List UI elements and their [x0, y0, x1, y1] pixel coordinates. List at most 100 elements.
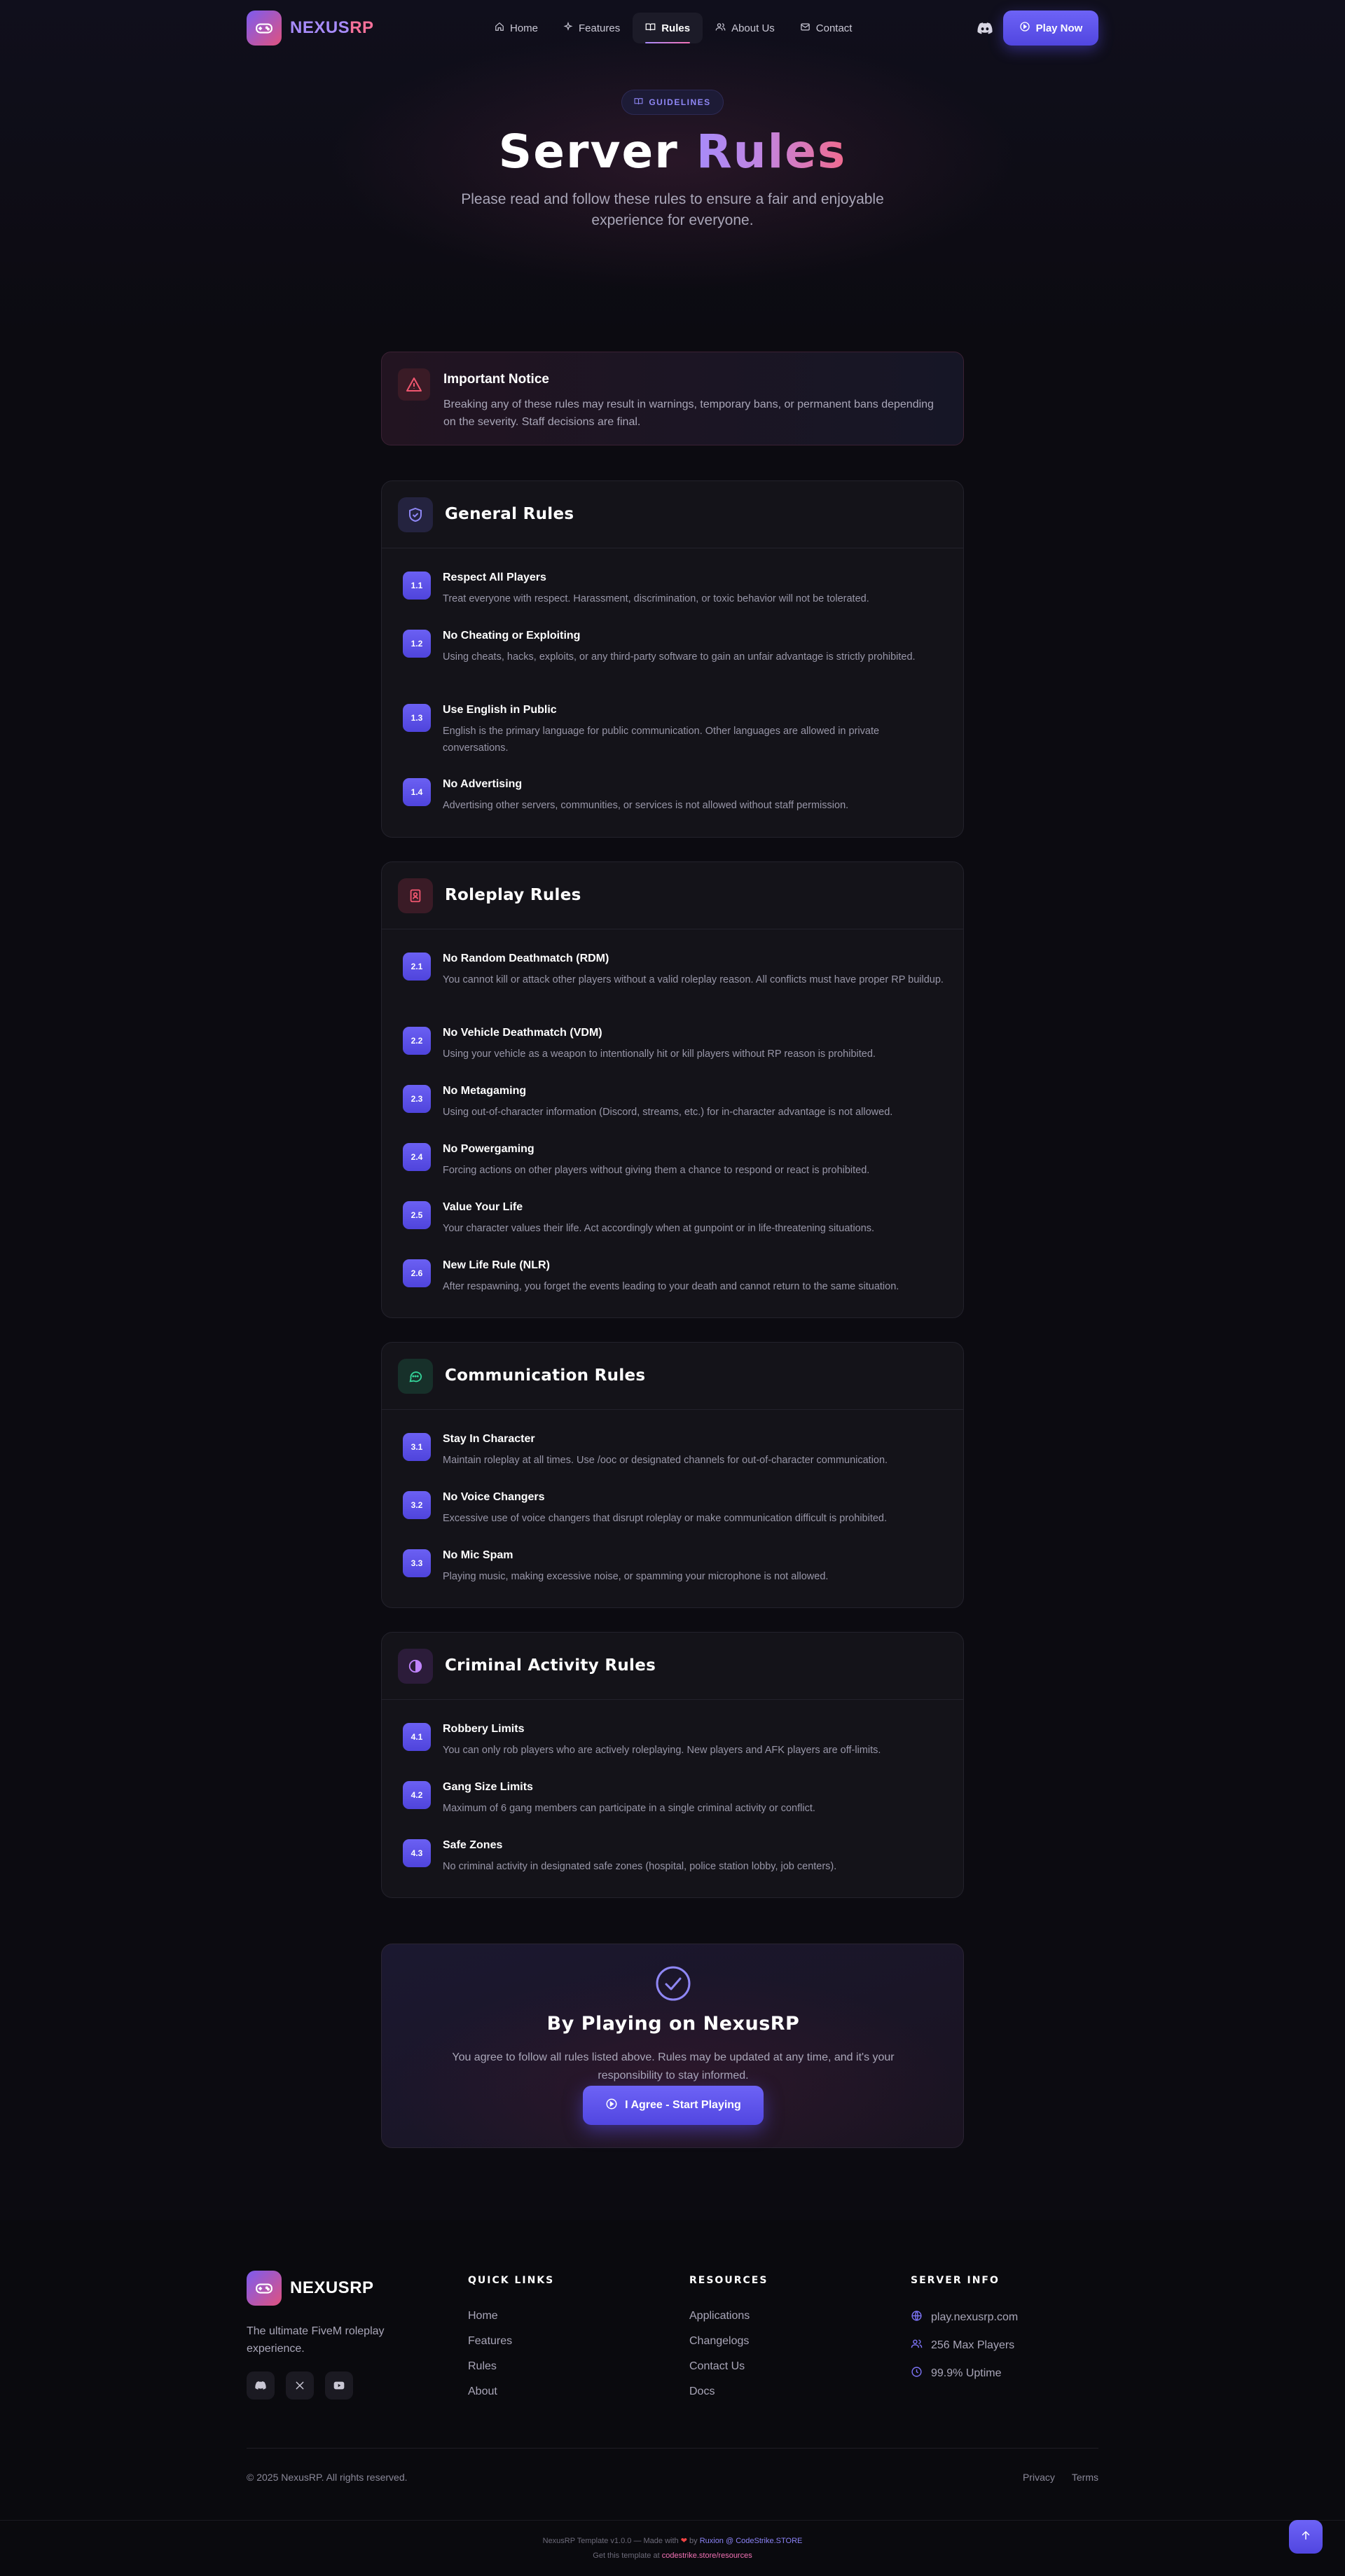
rule-number: 1.2 — [403, 630, 431, 658]
rule-number: 3.2 — [403, 1491, 431, 1519]
privacy-link[interactable]: Privacy — [1023, 2472, 1055, 2483]
footer-link-applications[interactable]: Applications — [689, 2310, 750, 2322]
rule-title: No Mic Spam — [443, 1549, 513, 1561]
scroll-to-top-button[interactable] — [1289, 2520, 1323, 2554]
agree-start-playing-button[interactable]: I Agree - Start Playing — [583, 2086, 764, 2125]
rule-title: No Vehicle Deathmatch (VDM) — [443, 1027, 602, 1039]
rule-description: Using cheats, hacks, exploits, or any th… — [443, 651, 916, 663]
template-source-link[interactable]: codestrike.store/resources — [662, 2551, 752, 2560]
footer-link-contact-us[interactable]: Contact Us — [689, 2360, 745, 2373]
section-title: Roleplay Rules — [445, 886, 581, 904]
rule-description: Playing music, making excessive noise, o… — [443, 1571, 829, 1582]
footer-logo[interactable]: NEXUSRP — [247, 2271, 374, 2306]
rule-title: No Random Deathmatch (RDM) — [443, 953, 609, 964]
mask-icon — [398, 1649, 433, 1684]
play-now-button[interactable]: Play Now — [1003, 11, 1098, 46]
play-now-label: Play Now — [1035, 22, 1083, 34]
home-icon — [495, 22, 504, 34]
arrow-up-icon — [1299, 2529, 1312, 2545]
notice-title: Important Notice — [443, 372, 549, 387]
section-roleplay-rules: Roleplay Rules 2.1 No Random Deathmatch … — [381, 861, 964, 1318]
rule-title: Robbery Limits — [443, 1723, 525, 1735]
rule-title: No Voice Changers — [443, 1491, 545, 1503]
rule-description: Your character values their life. Act ac… — [443, 1223, 875, 1234]
rule-title: Gang Size Limits — [443, 1781, 533, 1793]
nav-rules-label: Rules — [661, 22, 691, 34]
rule-title: Safe Zones — [443, 1839, 503, 1851]
rule-number: 3.1 — [403, 1433, 431, 1461]
rule-description: No criminal activity in designated safe … — [443, 1861, 837, 1872]
heart-icon: ❤ — [680, 2537, 687, 2545]
rule-description: Using your vehicle as a weapon to intent… — [443, 1048, 876, 1060]
youtube-icon[interactable] — [325, 2371, 353, 2400]
template-source: Get this template at codestrike.store/re… — [593, 2551, 752, 2560]
credits-bar: NexusRP Template v1.0.0 — Made with ❤ by… — [0, 2520, 1345, 2576]
footer-link-rules[interactable]: Rules — [468, 2360, 497, 2373]
quick-links-column: QUICK LINKS Home Features Rules About — [468, 2275, 555, 2397]
notice-text: Breaking any of these rules may result i… — [443, 399, 934, 428]
section-header: General Rules — [382, 481, 963, 548]
copyright: © 2025 NexusRP. All rights reserved. — [247, 2472, 408, 2483]
nav-contact[interactable]: Contact — [787, 13, 865, 43]
section-criminal-activity-rules: Criminal Activity Rules 4.1 Robbery Limi… — [381, 1632, 964, 1898]
play-circle-icon — [605, 2098, 618, 2114]
rule-description: Treat everyone with respect. Harassment,… — [443, 593, 869, 604]
brand-logo[interactable]: NEXUSRP — [247, 11, 374, 46]
nav-about[interactable]: About Us — [703, 13, 787, 43]
rule-description: Advertising other servers, communities, … — [443, 800, 849, 811]
resources-title: RESOURCES — [689, 2275, 768, 2286]
footer-link-about[interactable]: About — [468, 2385, 497, 2398]
nav-home[interactable]: Home — [482, 13, 551, 43]
rule-title: Respect All Players — [443, 572, 546, 583]
footer-tagline: The ultimate FiveM roleplay experience. — [247, 2325, 385, 2355]
author-link[interactable]: Ruxion @ CodeStrike.STORE — [700, 2537, 803, 2545]
rule-description: You can only rob players who are activel… — [443, 1745, 881, 1756]
rule-number: 4.2 — [403, 1781, 431, 1809]
rule-description: Maintain roleplay at all times. Use /ooc… — [443, 1455, 888, 1466]
footer-link-features[interactable]: Features — [468, 2335, 512, 2348]
nav-features[interactable]: Features — [551, 13, 633, 43]
important-notice: Important Notice Breaking any of these r… — [381, 352, 964, 445]
nav-home-label: Home — [510, 22, 539, 34]
rule-description: After respawning, you forget the events … — [443, 1281, 899, 1292]
gamepad-icon — [247, 2271, 282, 2306]
mail-icon — [800, 22, 811, 35]
users-icon — [911, 2338, 923, 2353]
resources-column: RESOURCES Applications Changelogs Contac… — [689, 2275, 768, 2397]
section-title: Communication Rules — [445, 1366, 646, 1385]
rule-title: New Life Rule (NLR) — [443, 1259, 550, 1271]
section-header: Criminal Activity Rules — [382, 1633, 963, 1700]
discord-icon[interactable] — [247, 2371, 275, 2400]
agreement-text: You agree to follow all rules listed abo… — [452, 2051, 895, 2082]
footer-link-docs[interactable]: Docs — [689, 2385, 715, 2398]
footer-link-home[interactable]: Home — [468, 2310, 498, 2322]
server-info-title: SERVER INFO — [911, 2275, 1000, 2286]
rule-number: 2.1 — [403, 953, 431, 981]
rule-number: 2.3 — [403, 1085, 431, 1113]
quick-links-title: QUICK LINKS — [468, 2275, 555, 2286]
footer-divider — [247, 2448, 1098, 2449]
clock-icon — [911, 2366, 923, 2381]
chat-icon — [398, 1359, 433, 1394]
agreement-panel: By Playing on NexusRP You agree to follo… — [381, 1944, 964, 2148]
rule-title: No Powergaming — [443, 1143, 534, 1155]
book-icon — [645, 22, 656, 35]
rule-description: Using out-of-character information (Disc… — [443, 1107, 893, 1118]
rule-title: Use English in Public — [443, 704, 557, 716]
rule-title: Value Your Life — [443, 1201, 523, 1213]
discord-icon[interactable] — [975, 18, 995, 38]
x-icon[interactable] — [286, 2371, 314, 2400]
nav-rules[interactable]: Rules — [633, 13, 703, 43]
footer-link-changelogs[interactable]: Changelogs — [689, 2335, 749, 2348]
legal-links: Privacy Terms — [1023, 2472, 1098, 2483]
sparkle-icon — [563, 21, 573, 34]
gamepad-icon — [247, 11, 282, 46]
brand-name: NEXUSRP — [290, 18, 374, 37]
rule-number: 1.1 — [403, 572, 431, 600]
play-circle-icon — [1019, 21, 1030, 35]
terms-link[interactable]: Terms — [1072, 2472, 1098, 2483]
rule-number: 2.5 — [403, 1201, 431, 1229]
warning-icon — [398, 368, 430, 401]
footer-brand-name: NEXUSRP — [290, 2278, 374, 2297]
section-title: General Rules — [445, 505, 574, 523]
